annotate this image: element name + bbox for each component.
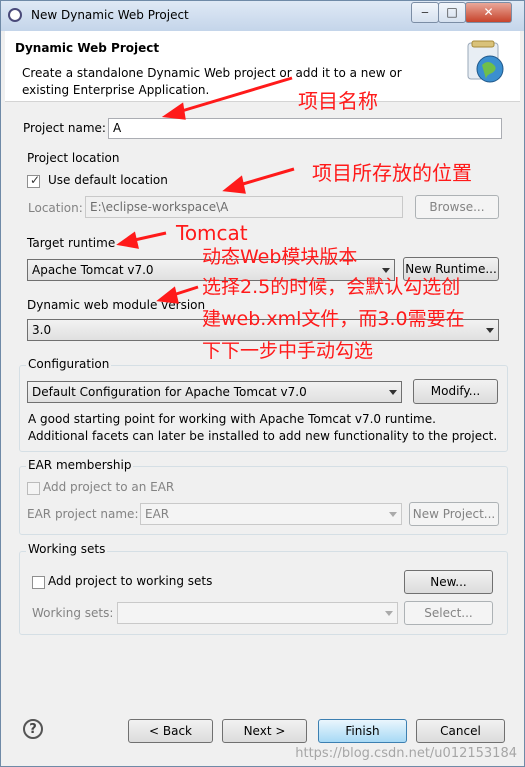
cancel-button[interactable]: Cancel — [416, 719, 505, 743]
back-button[interactable]: < Back — [128, 719, 213, 743]
finish-button[interactable]: Finish — [318, 719, 407, 743]
project-location-heading: Project location — [27, 151, 120, 165]
title-bar: New Dynamic Web Project ‒ □ ✕ — [1, 1, 524, 31]
target-runtime-value: Apache Tomcat v7.0 — [32, 263, 154, 277]
select-working-sets-button[interactable]: Select... — [404, 601, 493, 625]
use-default-location-checkbox[interactable]: ✓ — [27, 173, 41, 188]
minimize-button[interactable]: ‒ — [411, 2, 439, 23]
maximize-button[interactable]: □ — [438, 2, 466, 23]
use-default-location-label: Use default location — [48, 173, 168, 187]
configuration-select[interactable]: Default Configuration for Apache Tomcat … — [27, 381, 402, 403]
new-working-set-button[interactable]: New... — [404, 570, 493, 594]
next-button[interactable]: Next > — [222, 719, 307, 743]
chevron-down-icon — [385, 611, 393, 616]
add-to-ear-checkbox[interactable] — [27, 482, 40, 495]
annotation-project-name: 项目名称 — [298, 89, 378, 113]
annotation-tomcat: Tomcat — [176, 221, 248, 245]
header-title: Dynamic Web Project — [15, 41, 160, 55]
annotation-module-line3: 建web.xml文件，而3.0需要在 — [202, 308, 465, 330]
header-description: Create a standalone Dynamic Web project … — [22, 66, 402, 97]
modify-button[interactable]: Modify... — [413, 379, 498, 404]
working-sets-select[interactable] — [117, 602, 398, 624]
annotation-module-line2: 选择2.5的时候，会默认勾选创 — [202, 276, 461, 298]
close-button[interactable]: ✕ — [465, 2, 512, 23]
add-to-working-sets-checkbox[interactable] — [32, 576, 45, 589]
module-version-value: 3.0 — [32, 323, 52, 337]
dialog-window: New Dynamic Web Project ‒ □ ✕ Dynamic We… — [0, 0, 525, 767]
working-sets-label: Working sets: — [32, 606, 114, 620]
ear-project-select[interactable]: EAR — [140, 503, 402, 525]
watermark: https://blog.csdn.net/u012153184 — [295, 746, 517, 761]
ear-heading: EAR membership — [26, 458, 134, 472]
add-to-working-sets-label: Add project to working sets — [48, 574, 213, 588]
annotation-location: 项目所存放的位置 — [312, 161, 472, 185]
add-to-ear-label: Add project to an EAR — [43, 480, 175, 494]
window-title: New Dynamic Web Project — [31, 8, 189, 22]
help-icon[interactable]: ? — [23, 719, 43, 739]
location-input[interactable]: E:\eclipse-workspace\A — [85, 196, 403, 218]
chevron-down-icon — [382, 268, 390, 273]
browse-button[interactable]: Browse... — [415, 195, 499, 219]
project-name-input[interactable]: A — [108, 118, 502, 139]
configuration-description: A good starting point for working with A… — [28, 412, 498, 443]
project-name-label: Project name: — [23, 121, 106, 135]
chevron-down-icon — [389, 512, 397, 517]
chevron-down-icon — [389, 390, 397, 395]
annotation-module-line1: 动态Web模块版本 — [202, 246, 358, 268]
location-label: Location: — [28, 201, 83, 215]
configuration-value: Default Configuration for Apache Tomcat … — [32, 385, 307, 399]
annotation-module-line4: 下下一步中手动勾选 — [202, 340, 374, 362]
check-icon: ✓ — [30, 173, 41, 187]
wizard-header: Dynamic Web Project Create a standalone … — [5, 31, 520, 102]
ear-project-value: EAR — [145, 507, 170, 521]
module-version-heading: Dynamic web module version — [27, 298, 206, 312]
chevron-down-icon — [486, 328, 494, 333]
configuration-heading: Configuration — [26, 357, 112, 371]
web-project-icon — [467, 40, 504, 83]
working-sets-heading: Working sets — [26, 542, 108, 556]
new-ear-project-button[interactable]: New Project... — [409, 502, 499, 526]
ear-project-name-label: EAR project name: — [27, 507, 139, 521]
target-runtime-heading: Target runtime — [27, 236, 116, 250]
eclipse-icon — [8, 8, 22, 22]
